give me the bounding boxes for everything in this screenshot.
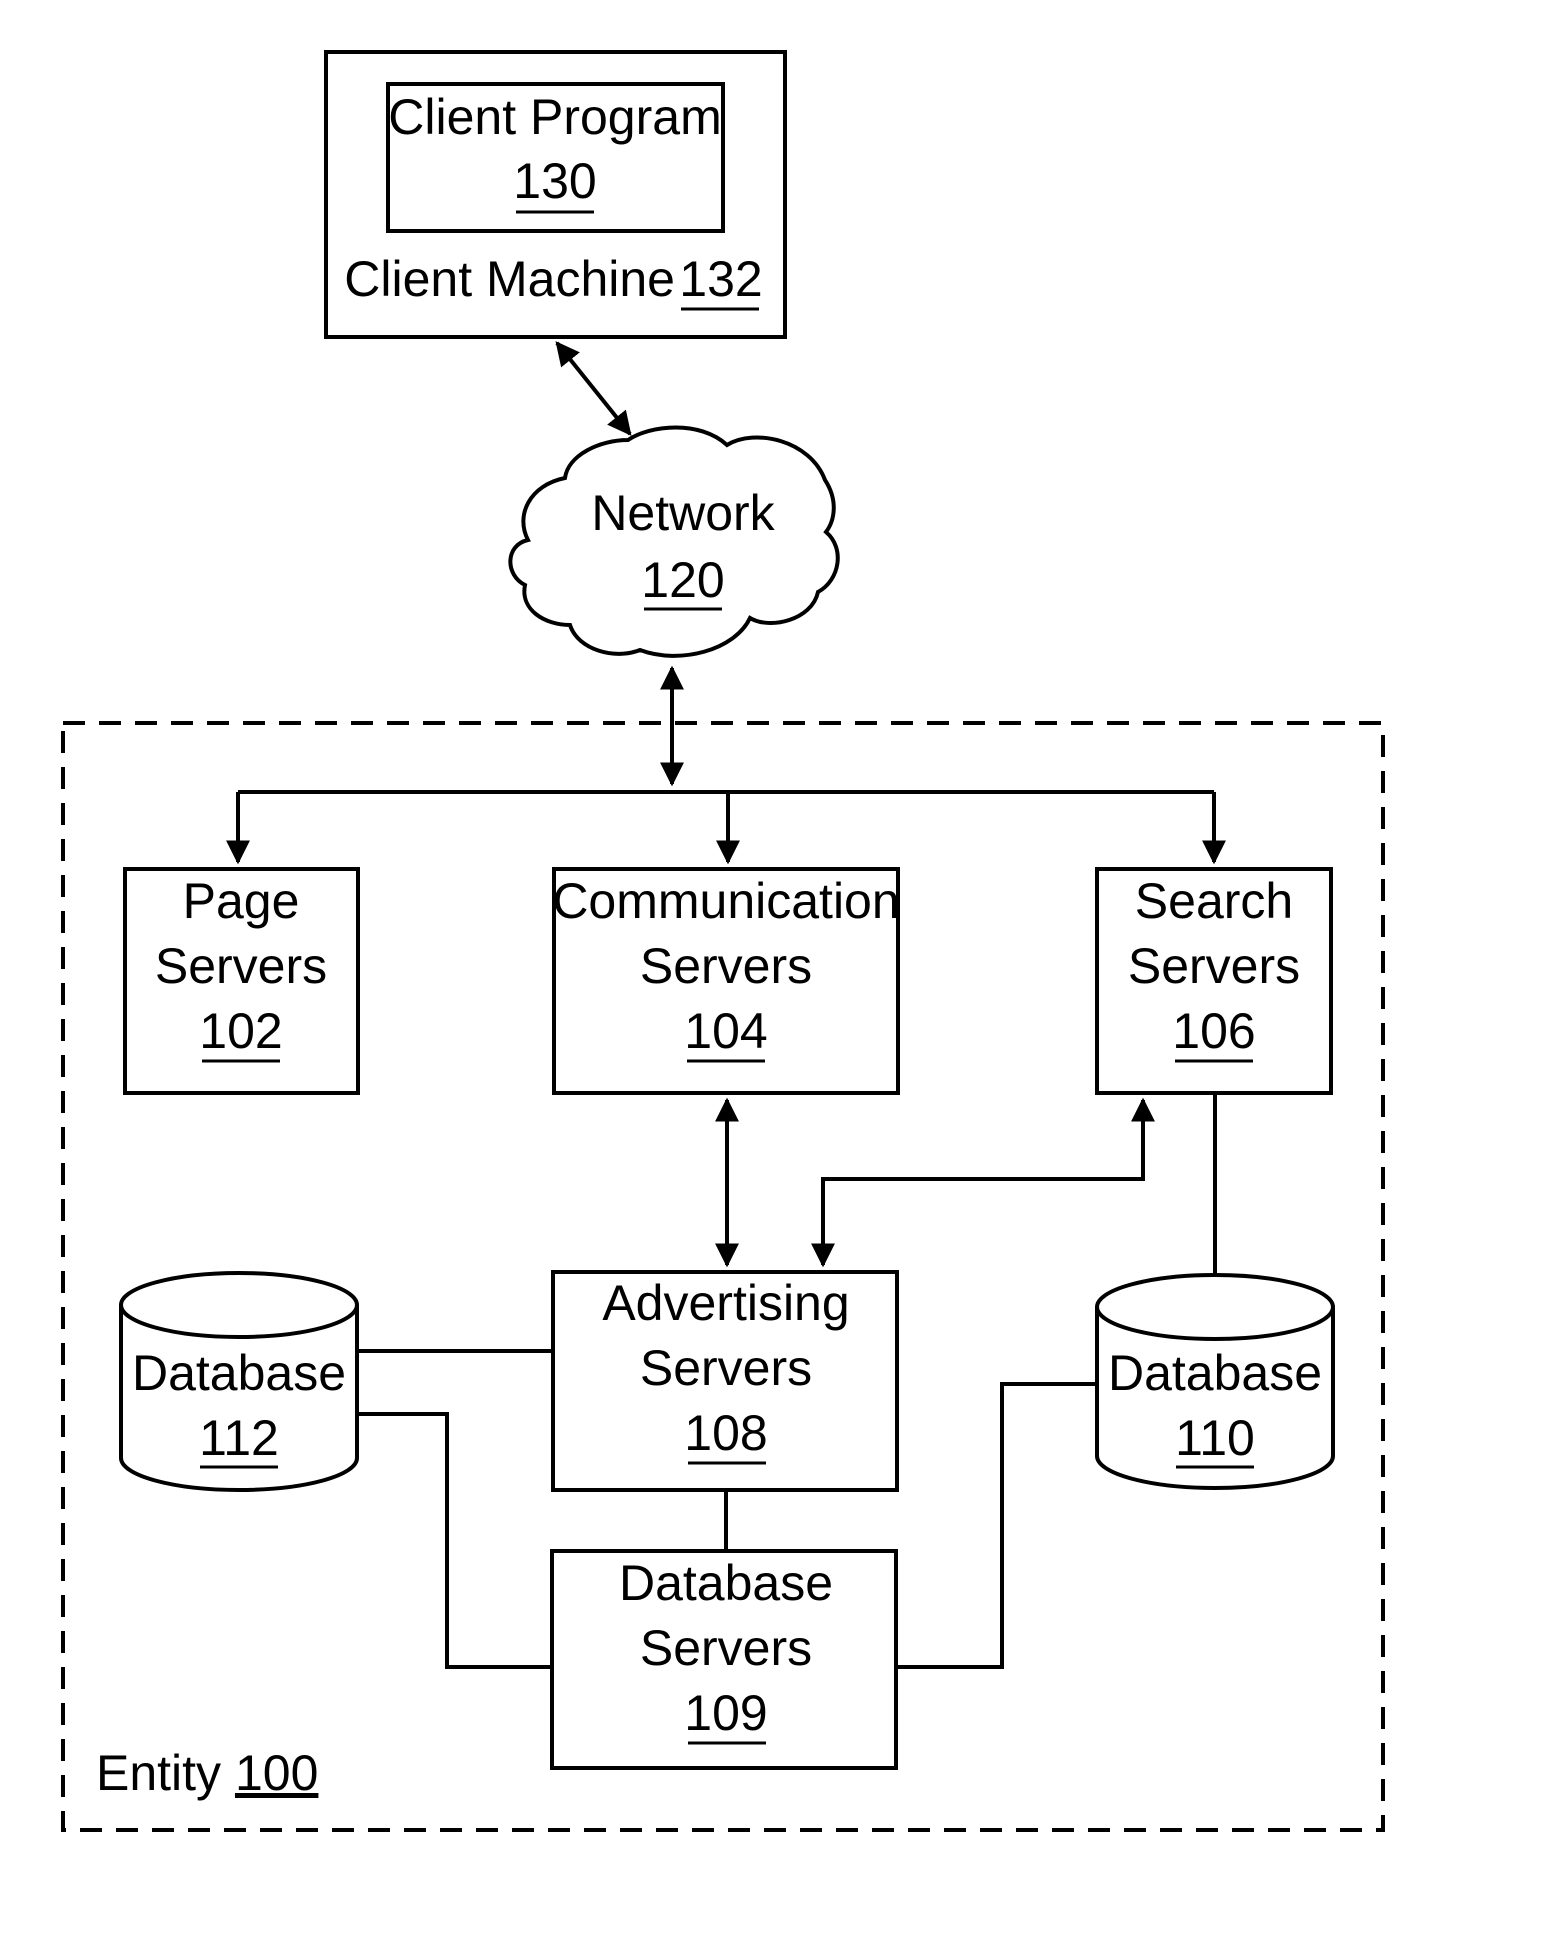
cloud-icon [508,425,840,658]
advertising-servers-ref: 108 [684,1405,767,1461]
network-label: Network [591,485,775,541]
database-112-label: Database [132,1345,346,1401]
communication-servers-node: Communication Servers 104 [552,867,900,1095]
search-servers-node: Search Servers 106 [1095,867,1333,1095]
search-servers-line2: Servers [1128,938,1300,994]
network-ref: 120 [641,552,724,608]
page-servers-node: Page Servers 102 [123,867,360,1095]
communication-servers-ref: 104 [684,1003,767,1059]
search-servers-ref: 106 [1172,1003,1255,1059]
database-servers-ref: 109 [684,1685,767,1741]
db110-dbservers-link [896,1382,1097,1669]
client-network-arrow [555,341,632,436]
client-machine-ref: 132 [679,251,762,307]
database-112-ref: 112 [199,1410,279,1466]
entity-label: Entity 100 [96,1745,318,1801]
entity-ref: 100 [235,1745,318,1801]
page-servers-line1: Page [183,873,300,929]
database-servers-line1: Database [619,1555,833,1611]
database-112-node: Database 112 [119,1271,359,1492]
advertising-servers-node: Advertising Servers 108 [551,1270,899,1492]
client-machine-label: Client Machine [344,251,675,307]
database-110-ref: 110 [1175,1410,1255,1466]
search-servers-line1: Search [1135,873,1293,929]
page-servers-line2: Servers [155,938,327,994]
database-servers-node: Database Servers 109 [550,1549,898,1770]
database-servers-line2: Servers [640,1620,812,1676]
client-program-label: Client Program [388,89,721,145]
database-110-node: Database 110 [1095,1273,1335,1490]
advertising-servers-line1: Advertising [602,1275,849,1331]
page-servers-ref: 102 [199,1003,282,1059]
client-machine-node: Client Program 130 Client Machine 132 [324,50,787,339]
system-architecture-diagram: Entity 100 Client Program 130 Client Mac… [61,50,1385,1832]
search-advertising-arrow [811,1097,1155,1268]
client-program-ref: 130 [513,153,596,209]
advertising-servers-line2: Servers [640,1340,812,1396]
communication-servers-line1: Communication [552,873,899,929]
database-110-label: Database [1108,1345,1322,1401]
db112-dbservers-link [357,1412,552,1669]
network-node: Network 120 [508,425,840,658]
communication-servers-line2: Servers [640,938,812,994]
